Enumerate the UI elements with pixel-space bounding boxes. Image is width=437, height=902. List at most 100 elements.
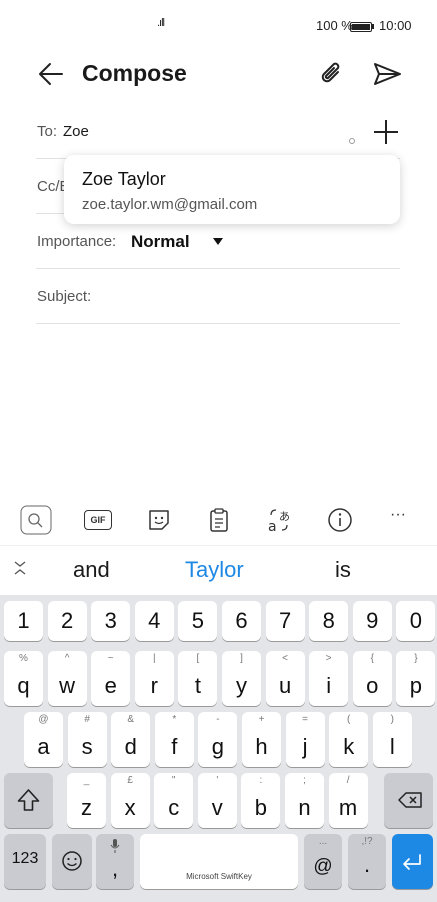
key-secondary-label: : (259, 775, 263, 786)
shift-key[interactable] (4, 773, 53, 828)
key-z[interactable]: _ z (67, 773, 106, 828)
prediction-left[interactable]: and (73, 557, 110, 583)
to-input[interactable]: Zoe (63, 123, 89, 140)
key-label: m (338, 795, 358, 820)
key-6[interactable]: 6 (222, 601, 261, 641)
key-label: j (302, 734, 308, 759)
importance-select[interactable]: Normal (131, 232, 190, 252)
key-secondary-label: < (282, 653, 289, 664)
key-secondary-label: @ (38, 714, 49, 725)
key-secondary-label: } (414, 653, 418, 664)
svg-text:あ: あ (279, 510, 290, 523)
key-secondary-label: _ (83, 775, 90, 786)
key-v[interactable]: ' v (197, 773, 237, 828)
key-q[interactable]: % q (4, 651, 43, 706)
more-options-icon[interactable]: ··· (390, 506, 406, 536)
key-s[interactable]: # s (67, 712, 107, 767)
importance-label: Importance: (37, 233, 117, 250)
shift-icon (17, 789, 40, 811)
key-k[interactable]: (k (329, 712, 369, 767)
key-g[interactable]: -g (198, 712, 238, 767)
key-secondary-label: ' (216, 775, 219, 786)
subject-field[interactable]: Subject: (37, 288, 91, 305)
period-key[interactable]: ,!?. (348, 834, 386, 889)
key-c[interactable]: " c (154, 773, 194, 828)
key-x[interactable]: £ x (110, 773, 150, 828)
status-bar: .ıll 100 % 10:00 (0, 0, 437, 50)
back-arrow-icon[interactable] (36, 58, 68, 90)
key-secondary-label: = (302, 714, 309, 725)
key-m[interactable]: / m (328, 773, 368, 828)
key-f[interactable]: * f (154, 712, 194, 767)
key-a[interactable]: @ a (24, 712, 63, 767)
prediction-right[interactable]: is (335, 557, 351, 583)
key-n[interactable]: ; n (285, 773, 324, 828)
key-e[interactable]: ~ e (91, 651, 131, 706)
key-label: p (409, 673, 423, 698)
key-1[interactable]: 1 (4, 601, 43, 641)
key-9[interactable]: 9 (352, 601, 392, 641)
info-icon[interactable] (325, 505, 355, 535)
key-label: 3 (104, 608, 117, 633)
emoji-icon (62, 851, 82, 871)
key-2[interactable]: 2 (47, 601, 87, 641)
key-secondary-label: " (171, 775, 176, 786)
key-label: 2 (60, 608, 74, 633)
backspace-icon (398, 792, 422, 808)
add-recipient-icon[interactable] (372, 118, 400, 146)
key-secondary-label: > (325, 653, 332, 664)
comma-key[interactable]: , (96, 834, 134, 889)
key-r[interactable]: | r (134, 651, 174, 706)
clipboard-icon[interactable] (204, 505, 234, 535)
gif-icon[interactable]: GIF (84, 510, 112, 530)
key-p[interactable]: } p (396, 651, 436, 706)
key-o[interactable]: {o (352, 651, 392, 706)
key-0[interactable]: 0 (396, 601, 436, 641)
status-time: 10:00 (379, 18, 412, 33)
key-label: k (343, 734, 355, 759)
key-w[interactable]: ^ w (47, 651, 87, 706)
dropdown-arrow-icon[interactable] (213, 238, 223, 245)
key-label: o (366, 673, 379, 698)
at-key[interactable]: ... @ (304, 834, 342, 889)
key-4[interactable]: 4 (134, 601, 174, 641)
emoji-key[interactable] (52, 834, 92, 889)
prediction-center[interactable]: Taylor (185, 557, 244, 583)
key-y[interactable]: ] y (222, 651, 261, 706)
signal-icon: .ıll (157, 17, 165, 29)
key-l[interactable]: ) l (372, 712, 412, 767)
key-8[interactable]: 8 (309, 601, 349, 641)
key-h[interactable]: + h (242, 712, 281, 767)
send-icon[interactable] (371, 58, 403, 90)
contact-suggestion[interactable]: Zoe Taylor zoe.taylor.wm@gmail.com (64, 155, 400, 224)
key-secondary-label: £ (127, 775, 133, 786)
key-label: 9 (366, 608, 379, 633)
key-i[interactable]: > i (309, 651, 349, 706)
key-5[interactable]: 5 (178, 601, 218, 641)
translate-icon[interactable]: aあ (265, 505, 295, 535)
battery-icon (350, 22, 372, 32)
key-secondary-label: [ (196, 653, 200, 664)
search-icon[interactable] (20, 505, 52, 535)
key-label: 6 (235, 608, 248, 633)
key-t[interactable]: [t (178, 651, 218, 706)
numbers-key[interactable]: 123 (4, 834, 46, 889)
sticker-icon[interactable] (144, 505, 174, 535)
key-label: h (255, 734, 268, 759)
key-secondary-label: ( (347, 714, 351, 725)
collapse-keyboard-icon[interactable] (12, 558, 28, 578)
key-secondary-label: + (258, 714, 265, 725)
space-bar[interactable]: Microsoft SwiftKey (140, 834, 298, 889)
key-secondary-label: ] (240, 653, 243, 664)
paperclip-icon[interactable] (316, 58, 348, 90)
key-u[interactable]: < u (265, 651, 305, 706)
key-secondary-label: ) (390, 714, 394, 725)
key-label: s (81, 734, 93, 759)
key-3[interactable]: 3 (91, 601, 131, 641)
enter-key[interactable] (392, 834, 433, 889)
backspace-key[interactable] (384, 773, 433, 828)
key-b[interactable]: :b (241, 773, 281, 828)
key-j[interactable]: = j (285, 712, 325, 767)
key-d[interactable]: & d (111, 712, 151, 767)
key-7[interactable]: 7 (265, 601, 305, 641)
